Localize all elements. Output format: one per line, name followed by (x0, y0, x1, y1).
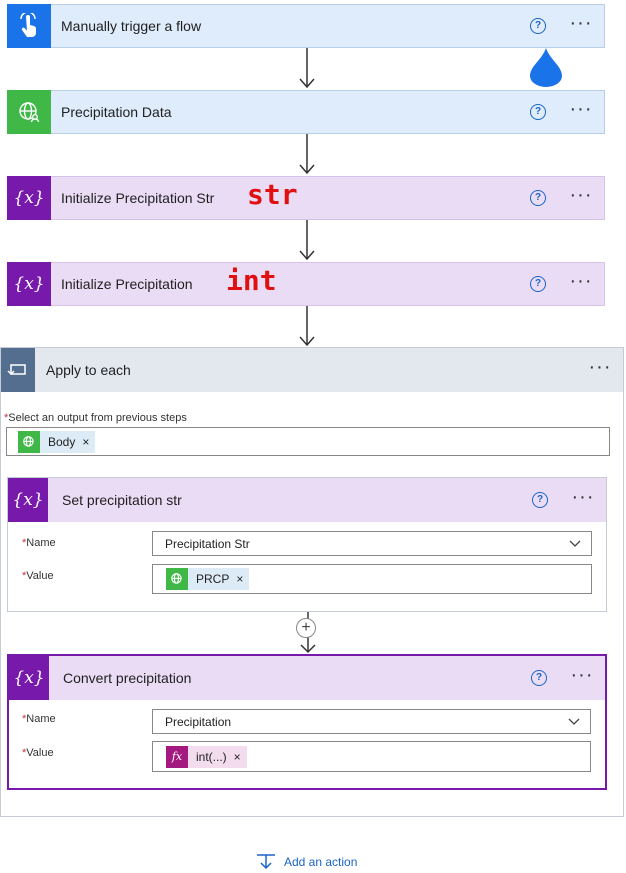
remove-token-icon[interactable]: × (234, 750, 241, 764)
name-value: Precipitation (165, 714, 232, 729)
remove-token-icon[interactable]: × (82, 435, 89, 449)
apply-title: Apply to each (46, 362, 131, 378)
remove-token-icon[interactable]: × (236, 572, 243, 586)
step-title: Convert precipitation (63, 670, 192, 686)
add-action-icon (257, 854, 275, 870)
globe-person-icon (166, 568, 188, 590)
chevron-down-icon (569, 537, 581, 551)
loop-icon (1, 348, 35, 392)
drop-cursor-icon (530, 48, 562, 87)
select-output-field[interactable]: Body × (6, 427, 610, 456)
function-icon: fx (166, 745, 188, 768)
help-icon[interactable]: ? (532, 492, 548, 508)
name-label: *Name (22, 713, 56, 725)
value-label: *Value (22, 570, 54, 582)
help-icon[interactable]: ? (531, 670, 547, 686)
handwritten-annotation: int (226, 264, 277, 297)
add-action-button[interactable]: Add an action (256, 853, 357, 871)
add-step-plus-icon[interactable]: + (296, 618, 316, 638)
more-options-icon[interactable]: ··· (568, 13, 594, 35)
more-options-icon[interactable]: ··· (568, 99, 594, 121)
connector-arrow (299, 220, 315, 261)
help-icon[interactable]: ? (530, 104, 546, 120)
value-label: *Value (22, 747, 54, 759)
more-options-icon[interactable]: ··· (568, 185, 594, 207)
value-field[interactable]: PRCP × (152, 564, 592, 594)
more-options-icon[interactable]: ··· (570, 487, 596, 509)
variable-icon: {x} (8, 478, 48, 522)
set-str-header[interactable]: {x} Set precipitation str ? ··· (8, 478, 606, 522)
value-field[interactable]: fx int(...) × (152, 741, 591, 772)
globe-person-icon (18, 430, 40, 453)
chevron-down-icon (568, 715, 580, 729)
connector-arrow (299, 134, 315, 175)
help-icon[interactable]: ? (530, 190, 546, 206)
step-title: Precipitation Data (61, 104, 172, 120)
step-title: Manually trigger a flow (61, 18, 202, 34)
globe-person-icon (7, 90, 51, 134)
init-precipitation-card[interactable]: {x} Initialize Precipitation ? ··· (7, 262, 605, 306)
more-options-icon[interactable]: ··· (569, 665, 595, 687)
add-action-label: Add an action (284, 855, 358, 869)
convert-header[interactable]: {x} Convert precipitation ? ··· (9, 656, 605, 700)
name-label: *Name (22, 537, 56, 549)
init-precipitation-str-card[interactable]: {x} Initialize Precipitation Str ? ··· (7, 176, 605, 220)
select-output-label: *Select an output from previous steps (4, 412, 187, 424)
variable-icon: {x} (9, 656, 49, 700)
more-options-icon[interactable]: ··· (587, 357, 613, 379)
more-options-icon[interactable]: ··· (568, 271, 594, 293)
help-icon[interactable]: ? (530, 18, 546, 34)
name-select[interactable]: Precipitation Str (152, 531, 592, 556)
precipitation-data-card[interactable]: Precipitation Data ? ··· (7, 90, 605, 134)
variable-icon: {x} (7, 262, 51, 306)
body-token[interactable]: Body × (18, 430, 96, 453)
trigger-card[interactable]: Manually trigger a flow ? ··· (7, 4, 605, 48)
expression-token[interactable]: fx int(...) × (166, 745, 247, 768)
step-title: Initialize Precipitation (61, 276, 193, 292)
name-select[interactable]: Precipitation (152, 709, 591, 734)
help-icon[interactable]: ? (530, 276, 546, 292)
prcp-token[interactable]: PRCP × (166, 568, 250, 590)
step-title: Set precipitation str (62, 492, 182, 508)
handwritten-annotation: str (247, 178, 298, 211)
apply-to-each-header[interactable]: Apply to each ··· (1, 348, 623, 392)
connector-arrow (299, 48, 315, 89)
name-value: Precipitation Str (165, 536, 250, 551)
hand-touch-icon (7, 4, 51, 48)
variable-icon: {x} (7, 176, 51, 220)
connector-arrow (299, 306, 315, 347)
